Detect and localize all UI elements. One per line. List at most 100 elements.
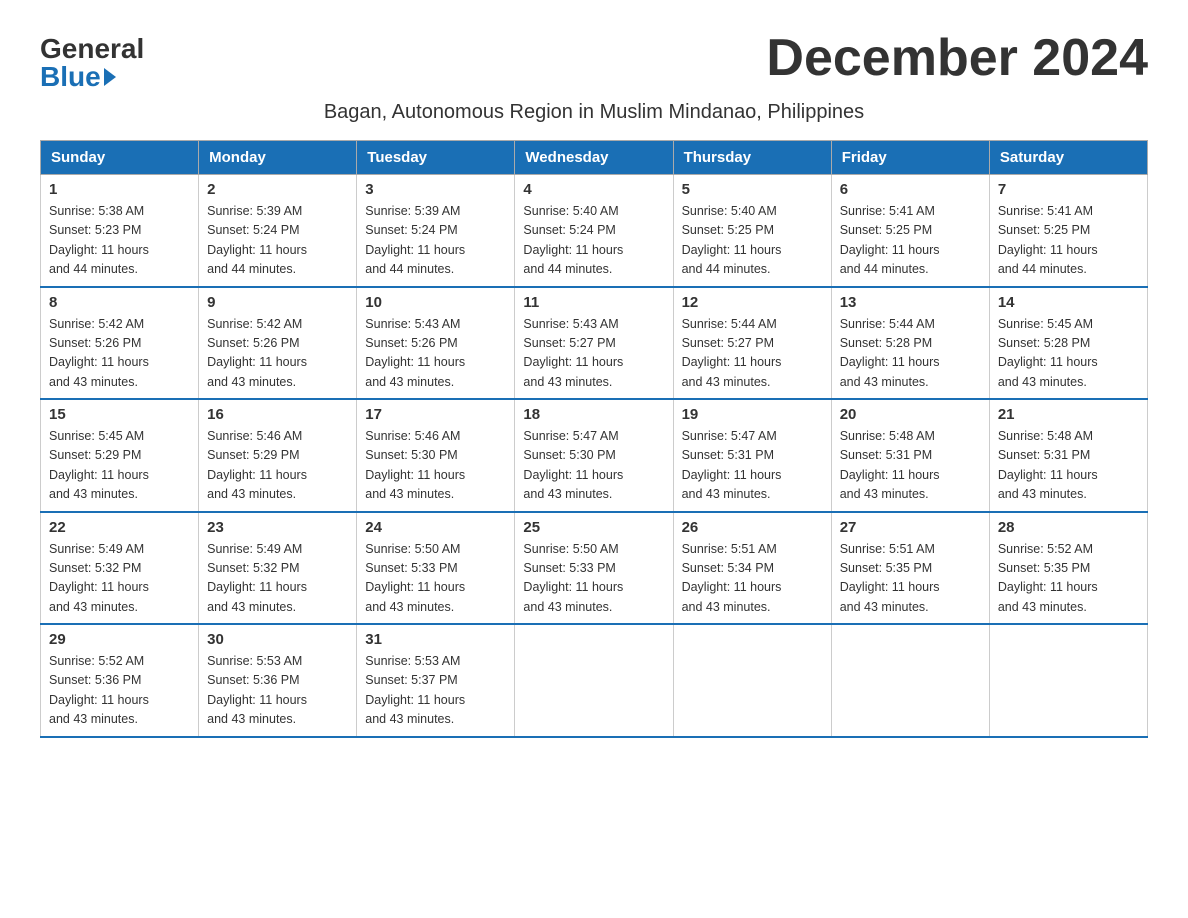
page-title: December 2024 <box>766 30 1148 87</box>
day-info: Sunrise: 5:43 AMSunset: 5:27 PMDaylight:… <box>523 317 623 389</box>
calendar-cell: 29 Sunrise: 5:52 AMSunset: 5:36 PMDaylig… <box>41 624 199 737</box>
day-info: Sunrise: 5:50 AMSunset: 5:33 PMDaylight:… <box>365 542 465 614</box>
calendar-cell: 14 Sunrise: 5:45 AMSunset: 5:28 PMDaylig… <box>989 287 1147 400</box>
calendar-table: SundayMondayTuesdayWednesdayThursdayFrid… <box>40 140 1148 738</box>
calendar-week-1: 1 Sunrise: 5:38 AMSunset: 5:23 PMDayligh… <box>41 175 1148 287</box>
calendar-week-3: 15 Sunrise: 5:45 AMSunset: 5:29 PMDaylig… <box>41 399 1148 512</box>
day-info: Sunrise: 5:48 AMSunset: 5:31 PMDaylight:… <box>998 429 1098 501</box>
day-number: 1 <box>49 181 190 198</box>
day-info: Sunrise: 5:52 AMSunset: 5:36 PMDaylight:… <box>49 654 149 726</box>
day-info: Sunrise: 5:41 AMSunset: 5:25 PMDaylight:… <box>998 204 1098 276</box>
calendar-header-tuesday: Tuesday <box>357 141 515 175</box>
day-info: Sunrise: 5:40 AMSunset: 5:24 PMDaylight:… <box>523 204 623 276</box>
day-info: Sunrise: 5:39 AMSunset: 5:24 PMDaylight:… <box>207 204 307 276</box>
day-number: 8 <box>49 294 190 311</box>
calendar-cell: 3 Sunrise: 5:39 AMSunset: 5:24 PMDayligh… <box>357 175 515 287</box>
day-number: 23 <box>207 519 348 536</box>
calendar-cell <box>673 624 831 737</box>
calendar-cell: 9 Sunrise: 5:42 AMSunset: 5:26 PMDayligh… <box>199 287 357 400</box>
day-info: Sunrise: 5:51 AMSunset: 5:35 PMDaylight:… <box>840 542 940 614</box>
calendar-cell: 1 Sunrise: 5:38 AMSunset: 5:23 PMDayligh… <box>41 175 199 287</box>
calendar-cell <box>515 624 673 737</box>
day-number: 9 <box>207 294 348 311</box>
day-info: Sunrise: 5:49 AMSunset: 5:32 PMDaylight:… <box>207 542 307 614</box>
calendar-cell: 17 Sunrise: 5:46 AMSunset: 5:30 PMDaylig… <box>357 399 515 512</box>
day-number: 11 <box>523 294 664 311</box>
day-number: 14 <box>998 294 1139 311</box>
calendar-cell: 7 Sunrise: 5:41 AMSunset: 5:25 PMDayligh… <box>989 175 1147 287</box>
calendar-header-saturday: Saturday <box>989 141 1147 175</box>
day-info: Sunrise: 5:47 AMSunset: 5:30 PMDaylight:… <box>523 429 623 501</box>
day-number: 18 <box>523 406 664 423</box>
day-info: Sunrise: 5:40 AMSunset: 5:25 PMDaylight:… <box>682 204 782 276</box>
day-info: Sunrise: 5:46 AMSunset: 5:30 PMDaylight:… <box>365 429 465 501</box>
day-number: 16 <box>207 406 348 423</box>
page-header: General Blue December 2024 <box>40 30 1148 91</box>
calendar-header-friday: Friday <box>831 141 989 175</box>
day-info: Sunrise: 5:45 AMSunset: 5:29 PMDaylight:… <box>49 429 149 501</box>
calendar-cell: 30 Sunrise: 5:53 AMSunset: 5:36 PMDaylig… <box>199 624 357 737</box>
calendar-week-5: 29 Sunrise: 5:52 AMSunset: 5:36 PMDaylig… <box>41 624 1148 737</box>
day-info: Sunrise: 5:49 AMSunset: 5:32 PMDaylight:… <box>49 542 149 614</box>
day-info: Sunrise: 5:47 AMSunset: 5:31 PMDaylight:… <box>682 429 782 501</box>
logo: General Blue <box>40 30 144 91</box>
day-number: 10 <box>365 294 506 311</box>
day-number: 15 <box>49 406 190 423</box>
calendar-cell: 28 Sunrise: 5:52 AMSunset: 5:35 PMDaylig… <box>989 512 1147 625</box>
logo-general-text: General <box>40 35 144 63</box>
day-number: 21 <box>998 406 1139 423</box>
logo-arrow-icon <box>104 68 116 86</box>
day-number: 13 <box>840 294 981 311</box>
calendar-cell: 12 Sunrise: 5:44 AMSunset: 5:27 PMDaylig… <box>673 287 831 400</box>
calendar-cell: 11 Sunrise: 5:43 AMSunset: 5:27 PMDaylig… <box>515 287 673 400</box>
calendar-header-thursday: Thursday <box>673 141 831 175</box>
day-info: Sunrise: 5:50 AMSunset: 5:33 PMDaylight:… <box>523 542 623 614</box>
day-number: 30 <box>207 631 348 648</box>
calendar-cell <box>831 624 989 737</box>
day-number: 2 <box>207 181 348 198</box>
day-number: 17 <box>365 406 506 423</box>
calendar-cell: 20 Sunrise: 5:48 AMSunset: 5:31 PMDaylig… <box>831 399 989 512</box>
calendar-header-sunday: Sunday <box>41 141 199 175</box>
calendar-cell: 4 Sunrise: 5:40 AMSunset: 5:24 PMDayligh… <box>515 175 673 287</box>
day-number: 22 <box>49 519 190 536</box>
calendar-cell: 26 Sunrise: 5:51 AMSunset: 5:34 PMDaylig… <box>673 512 831 625</box>
day-number: 6 <box>840 181 981 198</box>
calendar-week-2: 8 Sunrise: 5:42 AMSunset: 5:26 PMDayligh… <box>41 287 1148 400</box>
page-subtitle: Bagan, Autonomous Region in Muslim Minda… <box>40 101 1148 124</box>
day-number: 31 <box>365 631 506 648</box>
calendar-header-row: SundayMondayTuesdayWednesdayThursdayFrid… <box>41 141 1148 175</box>
day-info: Sunrise: 5:52 AMSunset: 5:35 PMDaylight:… <box>998 542 1098 614</box>
calendar-cell: 22 Sunrise: 5:49 AMSunset: 5:32 PMDaylig… <box>41 512 199 625</box>
day-info: Sunrise: 5:45 AMSunset: 5:28 PMDaylight:… <box>998 317 1098 389</box>
day-number: 19 <box>682 406 823 423</box>
calendar-cell: 18 Sunrise: 5:47 AMSunset: 5:30 PMDaylig… <box>515 399 673 512</box>
day-number: 27 <box>840 519 981 536</box>
calendar-cell: 27 Sunrise: 5:51 AMSunset: 5:35 PMDaylig… <box>831 512 989 625</box>
day-info: Sunrise: 5:42 AMSunset: 5:26 PMDaylight:… <box>49 317 149 389</box>
calendar-week-4: 22 Sunrise: 5:49 AMSunset: 5:32 PMDaylig… <box>41 512 1148 625</box>
calendar-header-monday: Monday <box>199 141 357 175</box>
calendar-cell <box>989 624 1147 737</box>
calendar-cell: 23 Sunrise: 5:49 AMSunset: 5:32 PMDaylig… <box>199 512 357 625</box>
day-number: 24 <box>365 519 506 536</box>
calendar-cell: 31 Sunrise: 5:53 AMSunset: 5:37 PMDaylig… <box>357 624 515 737</box>
day-info: Sunrise: 5:48 AMSunset: 5:31 PMDaylight:… <box>840 429 940 501</box>
day-info: Sunrise: 5:44 AMSunset: 5:27 PMDaylight:… <box>682 317 782 389</box>
day-info: Sunrise: 5:44 AMSunset: 5:28 PMDaylight:… <box>840 317 940 389</box>
day-number: 25 <box>523 519 664 536</box>
calendar-cell: 10 Sunrise: 5:43 AMSunset: 5:26 PMDaylig… <box>357 287 515 400</box>
day-info: Sunrise: 5:41 AMSunset: 5:25 PMDaylight:… <box>840 204 940 276</box>
day-info: Sunrise: 5:53 AMSunset: 5:36 PMDaylight:… <box>207 654 307 726</box>
calendar-cell: 21 Sunrise: 5:48 AMSunset: 5:31 PMDaylig… <box>989 399 1147 512</box>
calendar-cell: 16 Sunrise: 5:46 AMSunset: 5:29 PMDaylig… <box>199 399 357 512</box>
calendar-cell: 6 Sunrise: 5:41 AMSunset: 5:25 PMDayligh… <box>831 175 989 287</box>
day-number: 5 <box>682 181 823 198</box>
day-info: Sunrise: 5:46 AMSunset: 5:29 PMDaylight:… <box>207 429 307 501</box>
calendar-cell: 2 Sunrise: 5:39 AMSunset: 5:24 PMDayligh… <box>199 175 357 287</box>
day-info: Sunrise: 5:43 AMSunset: 5:26 PMDaylight:… <box>365 317 465 389</box>
day-number: 4 <box>523 181 664 198</box>
day-number: 28 <box>998 519 1139 536</box>
day-info: Sunrise: 5:42 AMSunset: 5:26 PMDaylight:… <box>207 317 307 389</box>
calendar-cell: 15 Sunrise: 5:45 AMSunset: 5:29 PMDaylig… <box>41 399 199 512</box>
